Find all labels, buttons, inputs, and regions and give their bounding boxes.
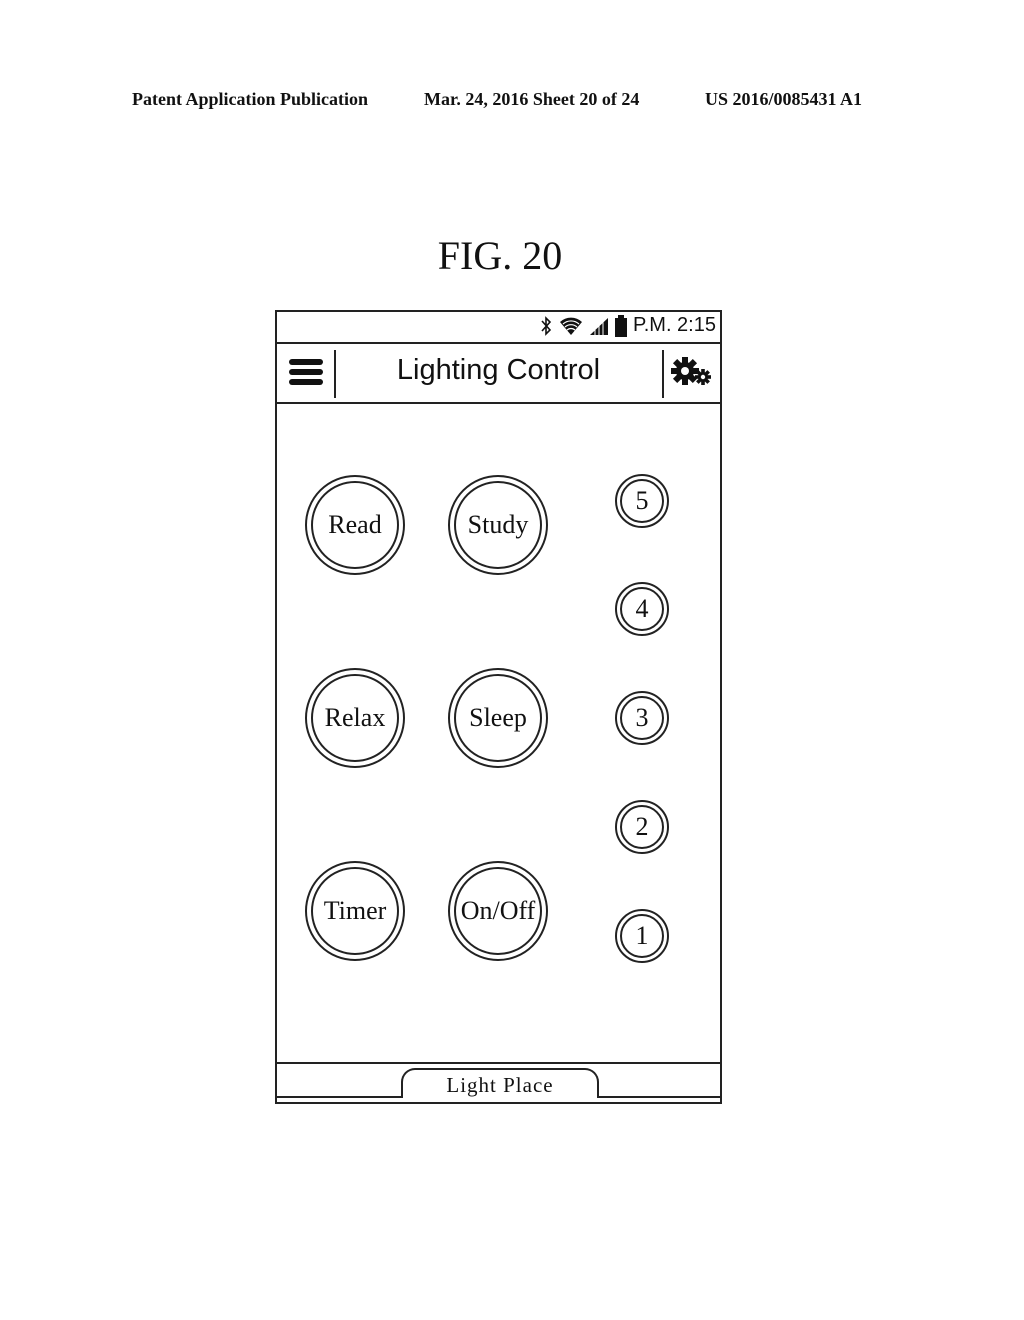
level-label: 3 <box>635 703 649 732</box>
battery-icon <box>614 314 627 337</box>
mode-button-timer[interactable]: Timer <box>305 861 405 961</box>
figure-label: FIG. 20 <box>437 233 563 278</box>
level-button-1[interactable]: 1 <box>615 909 669 963</box>
bluetooth-icon <box>541 315 552 336</box>
patent-date-sheet: Mar. 24, 2016 Sheet 20 of 24 <box>424 89 640 109</box>
mode-button-label: Read <box>328 510 382 539</box>
status-bar: P.M. 2:15 <box>277 312 720 344</box>
level-button-2[interactable]: 2 <box>615 800 669 854</box>
level-button-5[interactable]: 5 <box>615 474 669 528</box>
mode-button-label: Timer <box>323 896 387 925</box>
bottom-bar: Light Place <box>277 1062 720 1102</box>
tab-light-place[interactable]: Light Place <box>401 1068 599 1098</box>
divider <box>334 350 336 398</box>
level-button-4[interactable]: 4 <box>615 582 669 636</box>
mode-button-read[interactable]: Read <box>305 475 405 575</box>
divider <box>662 350 664 398</box>
mode-button-sleep[interactable]: Sleep <box>448 668 548 768</box>
mode-button-label: Relax <box>324 703 386 732</box>
wifi-icon <box>559 317 582 335</box>
mode-button-label: Study <box>467 510 529 539</box>
gears-icon[interactable] <box>670 356 712 388</box>
mode-button-on-off[interactable]: On/Off <box>448 861 548 961</box>
patent-number: US 2016/0085431 A1 <box>705 89 863 109</box>
level-label: 2 <box>635 812 649 841</box>
mode-button-relax[interactable]: Relax <box>305 668 405 768</box>
level-button-3[interactable]: 3 <box>615 691 669 745</box>
status-time: P.M. 2:15 <box>632 314 716 336</box>
app-bar: Lighting Control <box>277 342 720 404</box>
app-title: Lighting Control <box>396 354 601 386</box>
mode-button-label: On/Off <box>460 896 536 925</box>
level-label: 1 <box>635 921 649 950</box>
mode-button-study[interactable]: Study <box>448 475 548 575</box>
mode-button-label: Sleep <box>469 703 527 732</box>
hamburger-menu-icon[interactable] <box>289 359 323 385</box>
level-label: 4 <box>635 594 649 623</box>
level-label: 5 <box>635 486 649 515</box>
patent-publication-label: Patent Application Publication <box>132 89 369 109</box>
phone-screen: P.M. 2:15 Lighting Control Read Study Re… <box>275 310 722 1104</box>
signal-icon <box>589 317 608 335</box>
